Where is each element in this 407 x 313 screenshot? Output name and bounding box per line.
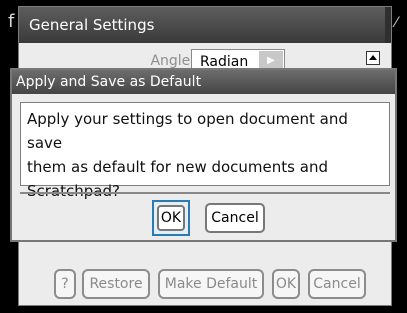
dialog-ok-button[interactable]: OK bbox=[157, 205, 185, 231]
settings-cancel-button[interactable]: Cancel bbox=[308, 269, 366, 299]
general-settings-titlebar: General Settings bbox=[19, 7, 391, 43]
dialog-separator bbox=[20, 192, 390, 194]
scroll-up-icon[interactable] bbox=[366, 51, 380, 65]
background-window-fragment: ⁄ bbox=[395, 15, 398, 31]
help-button[interactable]: ? bbox=[54, 269, 76, 299]
dialog-ok-focus-ring: OK bbox=[152, 200, 190, 236]
settings-ok-button[interactable]: OK bbox=[272, 269, 300, 299]
apply-save-default-dialog: Apply and Save as Default Apply your set… bbox=[10, 68, 397, 242]
background-window-fragment: f bbox=[8, 11, 15, 32]
restore-button[interactable]: Restore bbox=[82, 269, 150, 299]
make-default-button[interactable]: Make Default bbox=[158, 269, 264, 299]
general-settings-title: General Settings bbox=[29, 16, 155, 34]
dialog-title: Apply and Save as Default bbox=[12, 70, 395, 94]
dialog-message: Apply your settings to open document and… bbox=[20, 102, 390, 200]
dialog-cancel-button[interactable]: Cancel bbox=[205, 203, 265, 233]
titlebar-edge bbox=[385, 7, 391, 43]
